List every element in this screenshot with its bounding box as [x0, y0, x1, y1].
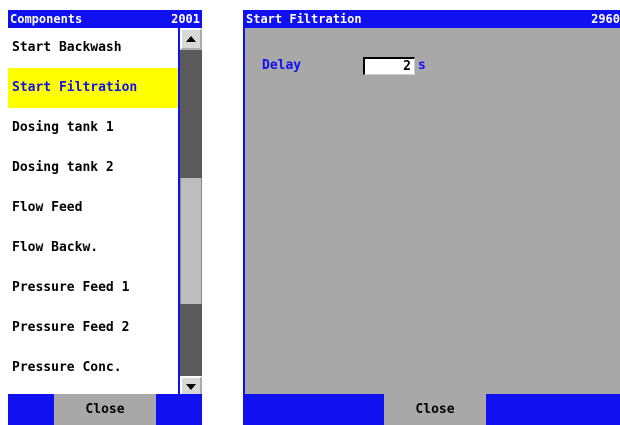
scroll-up-arrow-icon	[186, 36, 196, 42]
scroll-up-button[interactable]	[180, 28, 202, 50]
detail-close-button[interactable]: Close	[384, 394, 486, 425]
list-item-start-backwash[interactable]: Start Backwash	[8, 28, 178, 68]
components-panel: Components 2001 Start Backwash Start Fil…	[8, 10, 202, 425]
list-item-flow-backw[interactable]: Flow Backw.	[8, 228, 178, 268]
list-item-pressure-feed-1[interactable]: Pressure Feed 1	[8, 268, 178, 308]
list-item-dosing-tank-2[interactable]: Dosing tank 2	[8, 148, 178, 188]
components-titlebar: Components 2001	[8, 10, 202, 28]
list-item-start-filtration[interactable]: Start Filtration	[8, 68, 178, 108]
delay-unit: s	[418, 58, 426, 73]
scroll-track-lower[interactable]	[180, 304, 202, 376]
detail-title: Start Filtration	[246, 12, 362, 26]
components-title: Components	[10, 12, 83, 26]
list-item-flow-feed[interactable]: Flow Feed	[8, 188, 178, 228]
delay-label: Delay	[262, 58, 302, 73]
list-scrollbar[interactable]	[180, 28, 202, 398]
components-list: Start Backwash Start Filtration Dosing t…	[8, 28, 178, 398]
scroll-track-upper[interactable]	[180, 50, 202, 178]
detail-footer: Close	[243, 394, 620, 425]
list-item-pressure-feed-2[interactable]: Pressure Feed 2	[8, 308, 178, 348]
components-footer: Close	[8, 394, 202, 425]
components-close-button[interactable]: Close	[54, 394, 156, 425]
list-item-pressure-conc[interactable]: Pressure Conc.	[8, 348, 178, 388]
detail-titlebar: Start Filtration 2960	[243, 10, 620, 28]
delay-input[interactable]: 2	[363, 57, 415, 75]
scroll-thumb[interactable]	[180, 178, 202, 304]
detail-number: 2960	[591, 12, 620, 26]
detail-content: Delay 2 s	[245, 28, 620, 395]
components-number: 2001	[171, 12, 200, 26]
detail-panel: Start Filtration 2960 Delay 2 s Close	[243, 10, 620, 425]
list-item-dosing-tank-1[interactable]: Dosing tank 1	[8, 108, 178, 148]
scroll-down-arrow-icon	[186, 384, 196, 390]
